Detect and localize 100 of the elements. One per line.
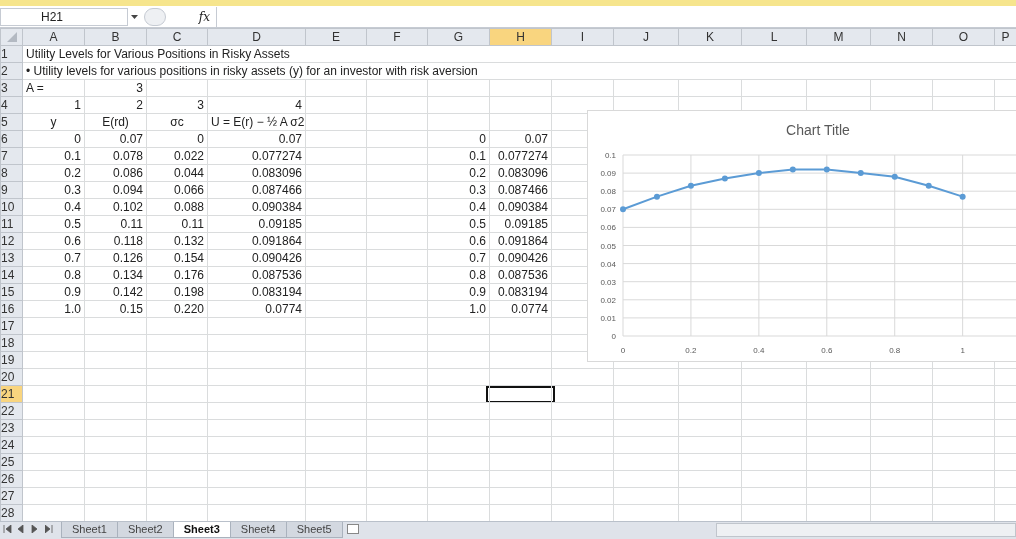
y-axis-label: 0.02: [600, 295, 616, 305]
sheet-tab[interactable]: Sheet2: [116, 522, 174, 538]
column-header[interactable]: A: [22, 28, 85, 46]
cell-text: 0.3: [469, 182, 486, 198]
x-axis-label: 0.6: [821, 346, 833, 355]
cell-text: 0.6: [64, 233, 81, 249]
name-box[interactable]: H21: [0, 7, 128, 26]
cell-text: 0.0774: [265, 301, 302, 317]
cell-text: 0.077274: [251, 148, 302, 164]
cell-text: 0.087536: [497, 267, 548, 283]
horizontal-scrollbar[interactable]: [716, 523, 1016, 537]
cell-text: E(rd): [102, 114, 129, 130]
column-header[interactable]: B: [84, 28, 147, 46]
data-point: [789, 166, 796, 173]
cell-text: 0.8: [469, 267, 486, 283]
column-header[interactable]: E: [305, 28, 367, 46]
column-header[interactable]: F: [366, 28, 428, 46]
cell-text: 0.2: [469, 165, 486, 181]
first-sheet-icon[interactable]: [0, 522, 14, 536]
data-point: [925, 182, 932, 189]
cell-text: 1: [74, 97, 81, 113]
cell-text: 0.07: [119, 131, 143, 147]
selected-cell[interactable]: [486, 385, 555, 403]
cell-text: 0.090384: [251, 199, 302, 215]
cell-text: 0.09185: [258, 216, 302, 232]
cell-text: 0.083096: [497, 165, 548, 181]
cell-text: 0.083096: [251, 165, 302, 181]
sheet-tab[interactable]: Sheet4: [229, 522, 287, 538]
data-point: [959, 193, 966, 200]
x-axis-label: 0: [620, 346, 626, 355]
cell-text: 0.087466: [497, 182, 548, 198]
data-point: [687, 182, 694, 189]
cell-text: 0.11: [120, 216, 143, 232]
cell-text: 0.11: [181, 216, 204, 232]
cell-text: 0.083194: [251, 284, 302, 300]
cell-text: 0.142: [112, 284, 143, 300]
cell-text: 0.066: [173, 182, 204, 198]
cell-text: 0.3: [64, 182, 81, 198]
cell-text: 0.09185: [504, 216, 548, 232]
cell-text: 0.090384: [497, 199, 548, 215]
column-header[interactable]: N: [870, 28, 933, 46]
cell-text: 0.088: [173, 199, 204, 215]
cell-text: 0.07: [524, 131, 548, 147]
y-axis-label: 0.01: [600, 313, 616, 323]
cell-text: 4: [295, 97, 302, 113]
cell-text: 0.077274: [497, 148, 548, 164]
insert-function-button[interactable]: fx: [166, 7, 216, 26]
y-axis-label: 0.06: [600, 223, 616, 233]
column-header[interactable]: M: [806, 28, 871, 46]
column-header[interactable]: L: [741, 28, 807, 46]
last-sheet-icon[interactable]: [42, 522, 56, 536]
cell-text: 3: [136, 80, 143, 96]
cell-text: 0.118: [113, 233, 143, 249]
y-axis-label: 0.08: [600, 187, 616, 197]
column-header[interactable]: I: [551, 28, 614, 46]
y-axis-label: 0.03: [600, 277, 616, 287]
sheet-tab[interactable]: Sheet1: [61, 522, 118, 538]
cell-text: 0.090426: [497, 250, 548, 266]
sheet-tab[interactable]: Sheet5: [285, 522, 343, 538]
column-header[interactable]: O: [932, 28, 995, 46]
data-point: [823, 166, 830, 173]
data-point: [721, 175, 728, 182]
data-point: [891, 173, 898, 180]
cell-text: 0.134: [112, 267, 143, 283]
cell-text: 0.022: [173, 148, 204, 164]
cell-text: 0.086: [112, 165, 143, 181]
data-point: [857, 170, 864, 177]
cell-text: 0.0774: [511, 301, 548, 317]
cell-text: y: [50, 114, 57, 130]
column-header[interactable]: P: [994, 28, 1016, 46]
cell-text: 0.15: [119, 301, 143, 317]
cell-text: σc: [170, 114, 184, 130]
new-sheet-icon[interactable]: [345, 522, 360, 536]
cell-text: 0.094: [112, 182, 143, 198]
column-header[interactable]: G: [427, 28, 490, 46]
cell-text: 0.2: [64, 165, 81, 181]
column-header[interactable]: D: [207, 28, 306, 46]
y-axis-label: 0: [611, 332, 616, 341]
cell-text: 0.7: [469, 250, 486, 266]
data-point: [653, 193, 660, 200]
cell-text: 0.5: [469, 216, 486, 232]
column-header[interactable]: H: [489, 28, 552, 46]
cell-text: 0: [74, 131, 81, 147]
column-header[interactable]: C: [146, 28, 208, 46]
cell-text: • Utility levels for various positions in risky assets (y) for an investor with risk aversion: [26, 63, 478, 79]
cell-text: 0.090426: [251, 250, 302, 266]
x-axis-label: 0.8: [889, 346, 901, 355]
y-axis-label: 0.1: [604, 151, 616, 160]
cell-text: 0.9: [64, 284, 81, 300]
cell-text: 0.7: [64, 250, 81, 266]
cell-text: A =: [26, 80, 44, 96]
cell-text: 0.8: [64, 267, 81, 283]
column-header[interactable]: K: [678, 28, 742, 46]
cell-text: 0.5: [64, 216, 81, 232]
column-header[interactable]: J: [613, 28, 679, 46]
cell-text: 1.0: [469, 301, 486, 317]
cell-text: 0.1: [469, 148, 486, 164]
sheet-tab[interactable]: Sheet3: [172, 522, 231, 538]
data-point: [620, 206, 626, 213]
cell-text: 0.087466: [251, 182, 302, 198]
